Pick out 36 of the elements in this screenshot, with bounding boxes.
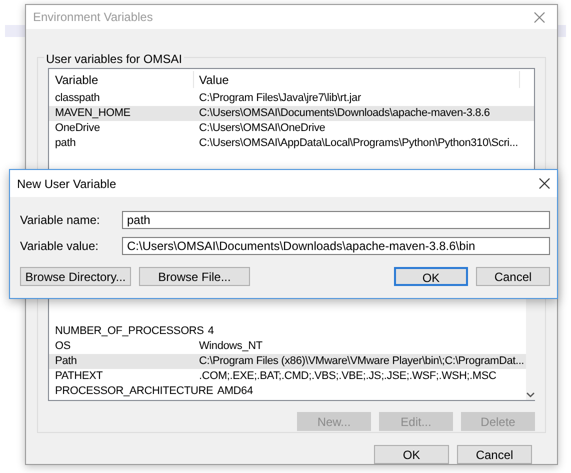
dialog-button[interactable]: Browse Directory... — [20, 267, 131, 286]
variable-name: PATHEXT — [54, 369, 104, 384]
variable-name: Path — [54, 354, 78, 370]
list-row[interactable]: Path C:\Program Files (x86)\VMware\VMware Player\bin\;C:\ProgramDat... — [49, 354, 526, 370]
dialog-button[interactable]: Cancel — [457, 445, 532, 464]
dialog-title: New User Variable — [17, 176, 116, 192]
variable-name: MAVEN_HOME — [54, 106, 132, 122]
variable-value: C:\Users\OMSAI\Documents\Downloads\apache-maven-3.8.6 — [199, 106, 491, 122]
input-field[interactable]: C:\Users\OMSAI\Documents\Downloads\apache-maven-3.8.6\bin — [122, 237, 550, 255]
variable-value: C:\Users\OMSAI\OneDrive — [199, 121, 326, 136]
variable-value: C:\Program Files\Java\jre7\lib\rt.jar — [199, 91, 362, 106]
dialog-button[interactable]: Browse File... — [139, 267, 250, 286]
variable-name: PROCESSOR_ARCHITECTURE — [54, 384, 214, 400]
close-icon[interactable] — [539, 178, 550, 189]
variable-value: C:\Program Files (x86)\VMware\VMware Player\bin\;C:\ProgramDat... — [199, 354, 526, 370]
column-header[interactable]: Value — [194, 71, 520, 88]
scroll-down-icon[interactable] — [526, 392, 536, 398]
variable-name: OneDrive — [54, 121, 101, 136]
variable-name: OS — [54, 339, 72, 354]
variable-name: NUMBER_OF_PROCESSORS — [54, 324, 205, 340]
variable-value: C:\Users\OMSAI\AppData\Local\Programs\Python\Python310\Scri... — [199, 136, 519, 152]
dialog-button[interactable]: OK — [394, 267, 468, 286]
field-label: Variable name: — [20, 212, 101, 229]
variable-name: classpath — [54, 91, 101, 106]
variable-value: Windows_NT — [199, 339, 264, 354]
input-field[interactable]: path — [122, 211, 550, 229]
dialog-button[interactable]: OK — [374, 445, 449, 464]
dialog-button[interactable]: Cancel — [476, 267, 550, 286]
variable-value: 4 — [208, 324, 215, 340]
column-header[interactable]: Variable — [49, 71, 194, 88]
variable-value: .COM;.EXE;.BAT;.CMD;.VBS;.VBE;.JS;.JSE;.WSF;.WSH;.MSC — [199, 369, 498, 384]
variable-value: AMD64 — [217, 384, 254, 400]
window-title: Environment Variables — [33, 9, 153, 26]
list-row[interactable]: MAVEN_HOME C:\Users\OMSAI\Documents\Downloads\apache-maven-3.8.6 — [49, 106, 534, 121]
field-label: Variable value: — [20, 238, 100, 255]
variable-name: path — [54, 136, 77, 152]
